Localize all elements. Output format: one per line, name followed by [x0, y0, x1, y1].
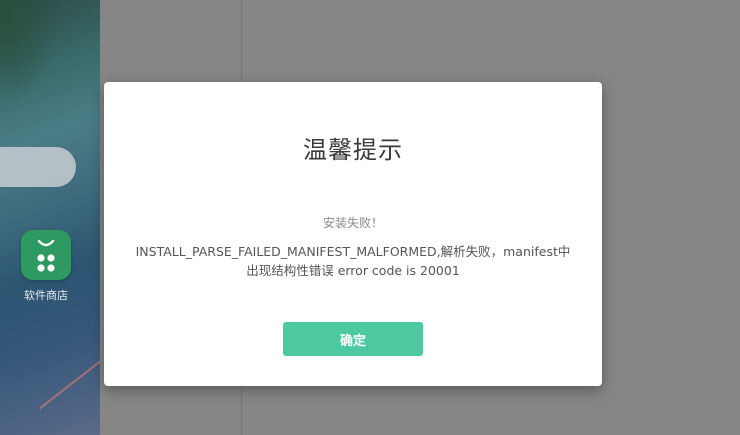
app-store-glyph	[37, 239, 55, 272]
app-label: 软件商店	[24, 289, 68, 302]
dialog-subtitle: 安装失败！	[322, 216, 383, 230]
alert-dialog: 温馨提示 安装失败！ INSTALL_PARSE_FAILED_MANIFEST…	[104, 82, 602, 386]
dialog-message-line: INSTALL_PARSE_FAILED_MANIFEST_MALFORMED,…	[135, 244, 571, 259]
wallpaper-decoration	[38, 352, 100, 410]
search-bar[interactable]	[0, 147, 76, 187]
screen: 软件商店 温馨提示 安装失败！ INSTALL_PARSE_FAILED_MAN…	[0, 0, 740, 435]
dialog-message-line: 出现结构性错误 error code is 20001	[246, 263, 460, 278]
home-wallpaper	[0, 0, 100, 435]
confirm-button[interactable]: 确定	[283, 322, 423, 356]
shopping-bag-icon[interactable]	[21, 230, 71, 280]
dialog-title: 温馨提示	[303, 136, 403, 164]
dialog-message: INSTALL_PARSE_FAILED_MANIFEST_MALFORMED,…	[118, 242, 588, 280]
